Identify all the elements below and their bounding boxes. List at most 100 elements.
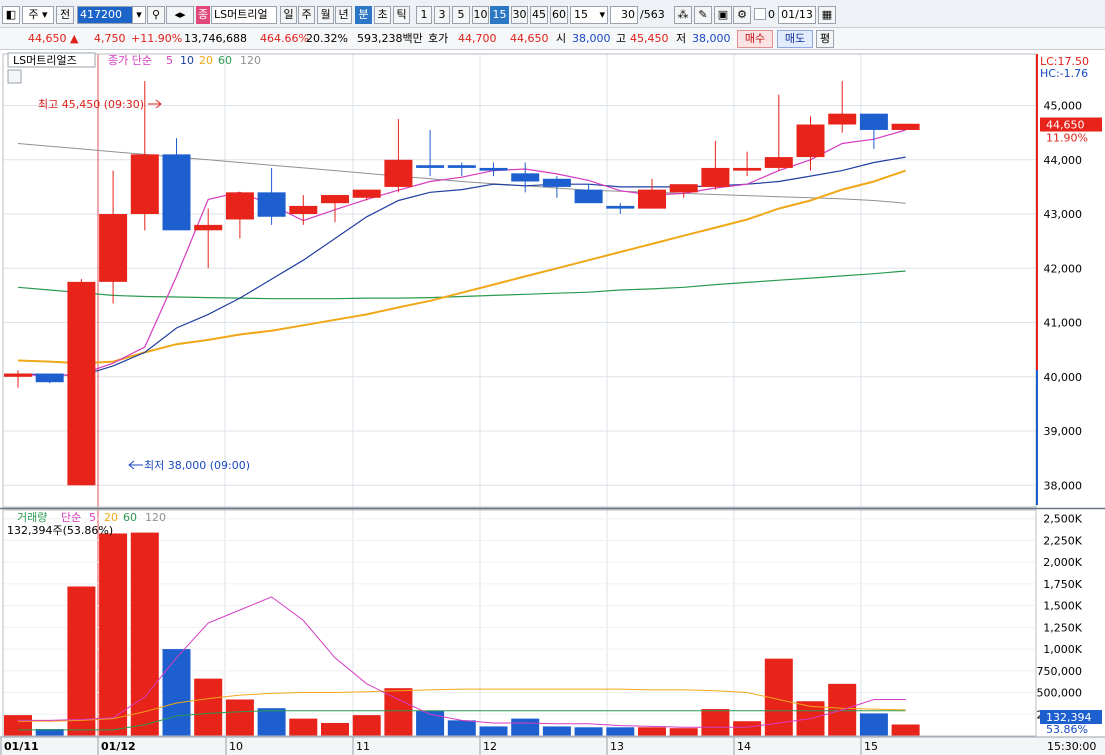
price-tick-label: 43,000 — [1044, 208, 1083, 221]
search-icon[interactable]: ⚲ — [147, 6, 165, 24]
volume-bar — [257, 708, 286, 736]
interval-button-3[interactable]: 10 — [472, 6, 489, 24]
count-input[interactable]: 30 — [610, 6, 638, 24]
time-label: 14 — [737, 740, 751, 753]
volume-current-pct: 53.86% — [1046, 723, 1088, 736]
time-axis-bg — [0, 737, 1105, 755]
vol-legend-name: 거래량 — [17, 511, 47, 524]
speaker-icon[interactable]: ◂▸ — [166, 6, 194, 24]
turnover-rate: 20.32% — [306, 32, 348, 45]
vol-legend-ma-60: 60 — [123, 511, 137, 524]
mode-value: 주 — [28, 8, 39, 21]
draw-tool-icon[interactable]: ✎ — [694, 6, 712, 24]
gear-icon[interactable]: ⚙ — [733, 6, 751, 24]
period-tab-3[interactable]: 년 — [335, 6, 352, 24]
vol-legend-ma-5: 5 — [89, 511, 96, 524]
date-input[interactable]: 01/13 — [778, 6, 816, 24]
volume-bar — [638, 727, 666, 736]
table-icon — [7, 69, 22, 84]
sell-button[interactable]: 매도 — [777, 30, 813, 48]
interval-button-0[interactable]: 1 — [416, 6, 432, 24]
interval-button-2[interactable]: 5 — [452, 6, 470, 24]
volume-bar — [352, 715, 381, 736]
time-label: 13 — [610, 740, 624, 753]
high-price: 45,450 — [630, 32, 669, 45]
volume-bar — [130, 532, 159, 736]
volume-tick-label: 2,500K — [1043, 513, 1082, 526]
volume-bar — [321, 722, 349, 736]
price-tick-label: 40,000 — [1044, 371, 1083, 384]
volume-bar — [606, 727, 635, 736]
interval-button-6[interactable]: 45 — [530, 6, 548, 24]
time-label: 12 — [483, 740, 497, 753]
candle-body — [35, 373, 64, 383]
candle-body — [67, 281, 96, 486]
volume-bar — [289, 718, 318, 736]
candle-body — [638, 189, 666, 209]
period-tab-4[interactable]: 분 — [355, 6, 372, 24]
period-tab-5[interactable]: 초 — [374, 6, 391, 24]
up-arrow-icon: ▲ — [70, 32, 79, 45]
chart-area[interactable]: 45,000 44,000 43,000 42,000 41,000 40,000 39,0… — [0, 50, 1105, 755]
chevron-down-icon: ▾ — [599, 8, 605, 21]
volume-bar — [4, 715, 32, 736]
trade-amount: 593,238백만 — [357, 32, 423, 45]
candle-body — [162, 154, 191, 231]
interval-button-1[interactable]: 3 — [434, 6, 450, 24]
period-tab-2[interactable]: 월 — [317, 6, 334, 24]
candle-body — [511, 173, 540, 182]
mode-select[interactable]: 주 ▾ — [22, 6, 54, 24]
volume-tick-label: 750,000 — [1037, 665, 1083, 678]
volume-bar — [162, 649, 191, 736]
interval-button-7[interactable]: 60 — [550, 6, 568, 24]
volume-bar — [384, 688, 413, 736]
candle-body — [416, 165, 445, 168]
code-dropdown-icon[interactable]: ▾ — [132, 6, 146, 24]
time-label: 01/11 — [4, 740, 39, 753]
candle-body — [733, 167, 762, 171]
candle-body — [479, 167, 508, 171]
count-total: /563 — [640, 8, 665, 21]
code-input[interactable]: 417200 — [77, 6, 133, 24]
candle-body — [606, 205, 635, 209]
chart-menu-icon[interactable]: ◧ — [2, 6, 20, 24]
volume-bar — [447, 720, 476, 736]
period-tab-6[interactable]: 틱 — [393, 6, 410, 24]
volume-tick-label: 1,250K — [1043, 621, 1082, 634]
period-tab-1[interactable]: 주 — [298, 6, 315, 24]
candle-body — [764, 157, 793, 168]
hc-label: HC:-1.76 — [1040, 67, 1088, 80]
quote-bar: 44,650 ▲ 4,750 +11.90% 13,746,688 464.66… — [0, 28, 1105, 50]
all-button[interactable]: 전 — [56, 6, 74, 24]
vol-legend-ma-120: 120 — [145, 511, 166, 524]
current-price-tag-text: 44,650 — [1046, 119, 1085, 132]
low-label: 저 — [676, 32, 687, 45]
legend-ma-120: 120 — [240, 54, 261, 67]
candle-body — [384, 159, 413, 187]
buy-button[interactable]: 매수 — [737, 30, 773, 48]
link-icon[interactable]: ⁂ — [674, 6, 692, 24]
volume-tick-label: 500,000 — [1037, 687, 1083, 700]
vol-legend-type: 단순 — [61, 511, 81, 524]
candle-body — [225, 192, 254, 220]
avg-button[interactable]: 평 — [816, 30, 834, 48]
volume-bar — [542, 726, 571, 736]
time-label: 01/12 — [101, 740, 136, 753]
price-tick-label: 39,000 — [1044, 425, 1083, 438]
date-checkbox[interactable] — [754, 8, 766, 20]
volume-bar — [479, 726, 508, 736]
interval-button-5[interactable]: 30 — [511, 6, 528, 24]
volume-bar — [891, 724, 920, 736]
period-tab-0[interactable]: 일 — [280, 6, 297, 24]
stock-name: LS머트리얼 — [211, 6, 277, 24]
volume-tick-label: 1,500K — [1043, 600, 1082, 613]
calendar-icon[interactable]: ▦ — [818, 6, 836, 24]
interval-select[interactable]: 15 ▾ — [570, 6, 608, 24]
legend-close-type: 종가 단순 — [108, 54, 152, 67]
save-icon[interactable]: ▣ — [714, 6, 732, 24]
candle-body — [828, 113, 857, 125]
interval-button-4[interactable]: 15 — [490, 6, 509, 24]
candle-body — [796, 124, 825, 158]
main-toolbar: ◧ 주 ▾ 전 417200 ▾ ⚲ ◂▸ 종 LS머트리얼 일주월년분초틱 1… — [0, 0, 1105, 28]
volume-tick-label: 2,250K — [1043, 534, 1082, 547]
